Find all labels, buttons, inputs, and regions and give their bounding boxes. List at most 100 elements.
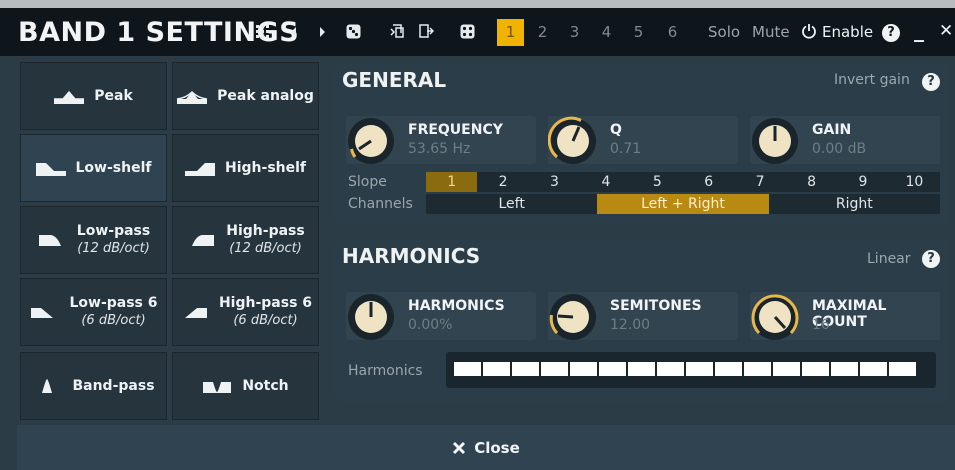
next-arrow-icon[interactable] bbox=[318, 26, 326, 41]
random-dice-icon[interactable] bbox=[460, 24, 475, 42]
harmonics-cells bbox=[454, 362, 916, 376]
power-icon[interactable] bbox=[801, 23, 817, 42]
harmonic-cell[interactable] bbox=[657, 362, 684, 376]
filter-low-pass-6-button[interactable]: Low-pass 6 (6 dB/oct) bbox=[20, 278, 167, 346]
tab-band-5[interactable]: 5 bbox=[625, 19, 652, 46]
channel-option[interactable]: Right bbox=[769, 194, 940, 214]
slope-option[interactable]: 5 bbox=[632, 172, 683, 192]
harmonics-value: 0.00% bbox=[408, 317, 453, 333]
slope-option[interactable]: 4 bbox=[580, 172, 631, 192]
filter-peak-analog-button[interactable]: Peak analog bbox=[172, 62, 319, 130]
channel-option[interactable]: Left bbox=[426, 194, 597, 214]
filter-high-shelf-button[interactable]: High-shelf bbox=[172, 134, 319, 202]
harmonic-cell[interactable] bbox=[541, 362, 568, 376]
filter-label: Band-pass bbox=[72, 377, 155, 394]
filter-label: Peak bbox=[94, 87, 133, 104]
harmonics-knob[interactable] bbox=[346, 292, 396, 342]
help-icon[interactable]: ? bbox=[922, 250, 940, 268]
filter-peak-button[interactable]: Peak bbox=[20, 62, 167, 130]
filter-label: High-shelf bbox=[225, 159, 306, 176]
linear-toggle[interactable]: Linear bbox=[867, 251, 911, 267]
solo-button[interactable]: Solo bbox=[708, 23, 740, 41]
harmonic-cell[interactable] bbox=[744, 362, 771, 376]
harmonic-cell[interactable] bbox=[773, 362, 800, 376]
peak-analog-icon bbox=[177, 90, 208, 104]
channels-selector[interactable]: Left Left + Right Right bbox=[426, 194, 940, 214]
filter-band-pass-button[interactable]: Band-pass bbox=[20, 352, 167, 420]
minimize-icon[interactable]: _ bbox=[914, 18, 924, 42]
band-pass-icon bbox=[42, 379, 53, 393]
maximal-count-knob-group[interactable]: MAXIMAL COUNT 16 bbox=[750, 292, 940, 340]
help-icon[interactable]: ? bbox=[882, 24, 900, 42]
tab-band-6[interactable]: 6 bbox=[659, 19, 686, 46]
maximal-count-knob[interactable] bbox=[750, 292, 800, 342]
harmonics-knob-group[interactable]: HARMONICS 0.00% bbox=[346, 292, 536, 340]
harmonic-cell[interactable] bbox=[628, 362, 655, 376]
maximal-count-label: MAXIMAL COUNT bbox=[812, 298, 887, 330]
tab-band-1[interactable]: 1 bbox=[497, 19, 524, 46]
harmonics-bar[interactable] bbox=[446, 352, 936, 388]
semitones-knob[interactable] bbox=[548, 292, 598, 342]
help-icon[interactable]: ? bbox=[922, 73, 940, 91]
filter-label: Low-pass 6 (6 dB/oct) bbox=[69, 295, 158, 328]
harmonic-cell[interactable] bbox=[454, 362, 481, 376]
harmonic-cell[interactable] bbox=[483, 362, 510, 376]
tab-band-4[interactable]: 4 bbox=[593, 19, 620, 46]
mute-button[interactable]: Mute bbox=[752, 23, 790, 41]
band-settings-window: BAND 1 SETTINGS 1 2 3 4 5 6 Solo Mute En… bbox=[0, 0, 955, 470]
previous-arrow-icon[interactable] bbox=[290, 26, 298, 41]
slope-option[interactable]: 7 bbox=[734, 172, 785, 192]
harmonic-cell[interactable] bbox=[512, 362, 539, 376]
slope-option[interactable]: 9 bbox=[837, 172, 888, 192]
gain-knob[interactable] bbox=[750, 116, 800, 166]
harmonic-cell[interactable] bbox=[831, 362, 858, 376]
harmonic-cell[interactable] bbox=[599, 362, 626, 376]
filter-high-pass-button[interactable]: High-pass (12 dB/oct) bbox=[172, 206, 319, 274]
tab-band-2[interactable]: 2 bbox=[529, 19, 556, 46]
q-knob[interactable] bbox=[548, 116, 598, 166]
close-window-icon[interactable]: ✕ bbox=[939, 21, 953, 41]
harmonic-cell[interactable] bbox=[715, 362, 742, 376]
randomize-dice-icon[interactable] bbox=[346, 24, 361, 42]
slope-option[interactable]: 8 bbox=[786, 172, 837, 192]
maximal-count-value: 16 bbox=[812, 317, 830, 333]
harmonic-cell[interactable] bbox=[860, 362, 887, 376]
harmonic-cell[interactable] bbox=[570, 362, 597, 376]
frequency-label: FREQUENCY bbox=[408, 122, 503, 138]
harmonics-heading: HARMONICS bbox=[342, 244, 481, 268]
slope-option[interactable]: 1 bbox=[426, 172, 478, 192]
close-button[interactable]: Close bbox=[17, 425, 955, 470]
tab-band-3[interactable]: 3 bbox=[561, 19, 588, 46]
filter-notch-button[interactable]: Notch bbox=[172, 352, 319, 420]
grid-menu-icon[interactable] bbox=[256, 25, 270, 42]
channel-option[interactable]: Left + Right bbox=[597, 194, 769, 214]
harmonic-cell[interactable] bbox=[802, 362, 829, 376]
filter-low-pass-button[interactable]: Low-pass (12 dB/oct) bbox=[20, 206, 167, 274]
slope-selector[interactable]: 1 2 3 4 5 6 7 8 9 10 bbox=[426, 172, 940, 192]
filter-label: Low-pass (12 dB/oct) bbox=[76, 223, 151, 256]
close-label: Close bbox=[474, 438, 520, 457]
filter-label: High-pass 6 (6 dB/oct) bbox=[218, 295, 313, 328]
q-label: Q bbox=[610, 122, 622, 138]
low-pass-6-icon bbox=[31, 308, 54, 318]
copy-icon[interactable] bbox=[390, 23, 406, 42]
slope-option[interactable]: 10 bbox=[889, 172, 940, 192]
q-value: 0.71 bbox=[610, 141, 642, 157]
frequency-knob-group[interactable]: FREQUENCY 53.65 Hz bbox=[346, 116, 536, 164]
semitones-knob-group[interactable]: SEMITONES 12.00 bbox=[548, 292, 738, 340]
slope-option[interactable]: 3 bbox=[529, 172, 580, 192]
slope-option[interactable]: 6 bbox=[683, 172, 734, 192]
filter-low-shelf-button[interactable]: Low-shelf bbox=[20, 134, 167, 202]
filter-high-pass-6-button[interactable]: High-pass 6 (6 dB/oct) bbox=[172, 278, 319, 346]
paste-icon[interactable] bbox=[418, 23, 435, 42]
top-strip bbox=[0, 0, 955, 8]
frequency-knob[interactable] bbox=[346, 116, 396, 166]
peak-icon bbox=[54, 90, 85, 104]
gain-knob-group[interactable]: GAIN 0.00 dB bbox=[750, 116, 940, 164]
harmonic-cell[interactable] bbox=[889, 362, 916, 376]
harmonic-cell[interactable] bbox=[686, 362, 713, 376]
q-knob-group[interactable]: Q 0.71 bbox=[548, 116, 738, 164]
enable-button[interactable]: Enable bbox=[822, 23, 873, 41]
invert-gain-toggle[interactable]: Invert gain bbox=[834, 72, 910, 88]
slope-option[interactable]: 2 bbox=[477, 172, 528, 192]
